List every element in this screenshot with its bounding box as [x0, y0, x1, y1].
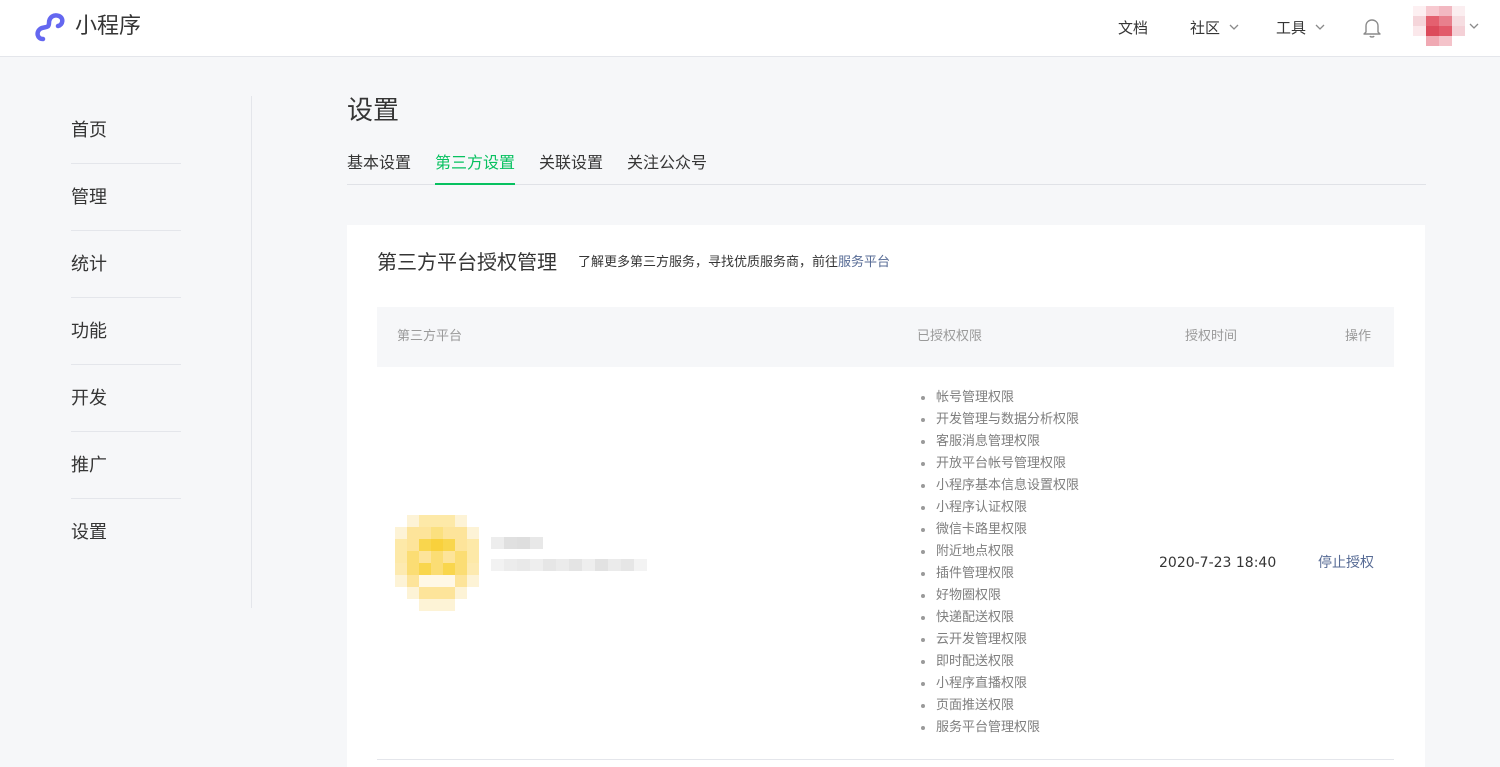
nav-tools[interactable]: 工具: [1276, 16, 1326, 40]
permission-item: 服务平台管理权限: [917, 717, 1079, 739]
sidebar-divider: [251, 96, 252, 608]
permission-item: 开发管理与数据分析权限: [917, 409, 1079, 431]
user-avatar[interactable]: [1413, 6, 1465, 46]
permission-item: 插件管理权限: [917, 563, 1079, 585]
permission-item: 小程序直播权限: [917, 673, 1079, 695]
top-bar: 小程序 文档 社区 工具: [0, 0, 1500, 57]
nav-community-label: 社区: [1190, 19, 1221, 37]
chevron-down-icon: [1229, 24, 1239, 30]
permission-item: 开放平台帐号管理权限: [917, 453, 1079, 475]
permission-item: 好物圈权限: [917, 585, 1079, 607]
column-header-auth-time: 授权时间: [1185, 329, 1238, 344]
permission-item: 页面推送权限: [917, 695, 1079, 717]
page-title: 设置: [347, 96, 400, 126]
sidebar-item-manage[interactable]: 管理: [71, 164, 181, 231]
card-description-text: 了解更多第三方服务，寻找优质服务商，前往: [578, 255, 839, 270]
chevron-down-icon: [1315, 24, 1325, 30]
tab-follow-official-account[interactable]: 关注公众号: [627, 148, 707, 185]
sidebar-item-develop[interactable]: 开发: [71, 365, 181, 432]
miniprogram-logo-icon[interactable]: [34, 12, 66, 42]
bell-icon[interactable]: [1362, 17, 1382, 39]
column-header-platform: 第三方平台: [397, 329, 463, 344]
sidebar-item-promote[interactable]: 推广: [71, 432, 181, 499]
settings-tabs: 基本设置 第三方设置 关联设置 关注公众号: [347, 148, 1426, 185]
table-row: 帐号管理权限 开发管理与数据分析权限 客服消息管理权限 开放平台帐号管理权限 小…: [377, 367, 1394, 760]
stop-authorization-link[interactable]: 停止授权: [1318, 551, 1374, 575]
auth-time: 2020-7-23 18:40: [1159, 555, 1277, 571]
tab-basic-settings[interactable]: 基本设置: [347, 148, 411, 185]
granted-permissions-list: 帐号管理权限 开发管理与数据分析权限 客服消息管理权限 开放平台帐号管理权限 小…: [917, 387, 1079, 739]
column-header-permissions: 已授权权限: [917, 329, 983, 344]
permission-item: 即时配送权限: [917, 651, 1079, 673]
table-header: 第三方平台 已授权权限 授权时间 操作: [377, 307, 1394, 367]
tab-third-party-settings[interactable]: 第三方设置: [435, 148, 516, 185]
service-platform-link[interactable]: 服务平台: [838, 255, 890, 270]
chevron-down-icon[interactable]: [1468, 20, 1480, 32]
column-header-action: 操作: [1345, 329, 1372, 344]
brand-name[interactable]: 小程序: [75, 12, 141, 42]
permission-item: 小程序基本信息设置权限: [917, 475, 1079, 497]
permission-item: 快递配送权限: [917, 607, 1079, 629]
third-party-app-avatar: [395, 515, 479, 611]
sidebar-item-features[interactable]: 功能: [71, 298, 181, 365]
sidebar-item-stats[interactable]: 统计: [71, 231, 181, 298]
permission-item: 云开发管理权限: [917, 629, 1079, 651]
card-description: 了解更多第三方服务，寻找优质服务商，前往服务平台: [578, 253, 890, 273]
permission-item: 小程序认证权限: [917, 497, 1079, 519]
nav-docs-label: 文档: [1118, 19, 1149, 37]
nav-tools-label: 工具: [1276, 19, 1307, 37]
tab-related-settings[interactable]: 关联设置: [539, 148, 603, 185]
card-title: 第三方平台授权管理: [377, 250, 557, 274]
permission-item: 客服消息管理权限: [917, 431, 1079, 453]
sidebar-item-settings[interactable]: 设置: [71, 499, 181, 566]
permission-item: 附近地点权限: [917, 541, 1079, 563]
nav-docs[interactable]: 文档: [1118, 16, 1148, 40]
third-party-app-name: [491, 537, 647, 571]
permission-item: 帐号管理权限: [917, 387, 1079, 409]
permission-item: 微信卡路里权限: [917, 519, 1079, 541]
sidebar-item-home[interactable]: 首页: [71, 97, 181, 164]
third-party-auth-card: 第三方平台授权管理 了解更多第三方服务，寻找优质服务商，前往服务平台 第三方平台…: [347, 225, 1425, 767]
nav-community[interactable]: 社区: [1190, 16, 1240, 40]
